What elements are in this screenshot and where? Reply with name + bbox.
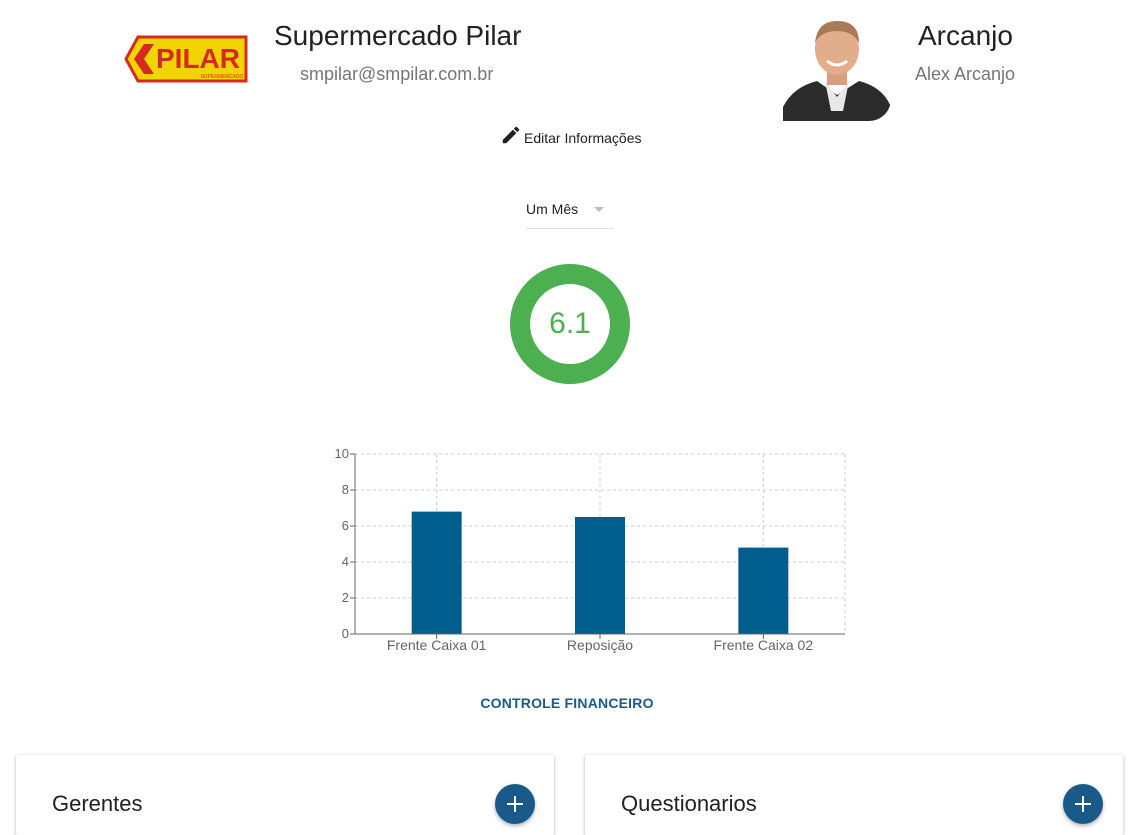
- y-tick-label: 2: [342, 590, 349, 605]
- pencil-icon: [502, 126, 520, 144]
- bar-chart: 0 2 4 6 8 10 Frente Caixa 01 Reposição Frente Ca…: [320, 440, 860, 662]
- logo-subtext: SUPERMERCADO: [201, 74, 244, 80]
- user-avatar: [783, 15, 891, 121]
- period-select[interactable]: Um Mês: [526, 196, 614, 229]
- managers-card-title: Gerentes: [52, 791, 143, 816]
- y-tick-label: 10: [335, 446, 349, 461]
- company-email: smpilar@smpilar.com.br: [300, 64, 494, 84]
- add-manager-button[interactable]: [495, 784, 535, 824]
- score-value: 6.1: [549, 307, 591, 340]
- period-select-value: Um Mês: [526, 201, 579, 217]
- user-full-name: Alex Arcanjo: [915, 64, 1016, 84]
- financial-control-button[interactable]: CONTROLE FINANCEIRO: [0, 695, 1134, 711]
- chart-bar: [738, 547, 789, 634]
- managers-card: Gerentes: [16, 755, 554, 835]
- company-name: Supermercado Pilar: [274, 20, 522, 51]
- add-questionnaire-button[interactable]: [1063, 784, 1103, 824]
- x-tick-label: Frente Caixa 01: [387, 637, 487, 653]
- chevron-down-icon: [594, 207, 604, 212]
- edit-info-button[interactable]: Editar Informações: [500, 124, 642, 146]
- y-tick-label: 6: [342, 518, 349, 533]
- y-tick-label: 0: [342, 626, 349, 641]
- y-tick-label: 4: [342, 554, 349, 569]
- x-tick-label: Frente Caixa 02: [714, 637, 814, 653]
- chart-bar: [411, 511, 462, 634]
- user-nickname: Arcanjo: [918, 20, 1013, 51]
- questionnaires-card-title: Questionarios: [621, 791, 757, 816]
- x-tick-label: Reposição: [567, 637, 633, 653]
- company-logo: PILAR SUPERMERCADO: [124, 34, 248, 84]
- questionnaires-card: Questionarios: [585, 755, 1123, 835]
- logo-text: PILAR: [156, 43, 240, 74]
- edit-info-label: Editar Informações: [524, 130, 642, 146]
- score-gauge: 6.1: [510, 264, 630, 384]
- y-tick-label: 8: [342, 482, 349, 497]
- chart-bar: [575, 517, 625, 634]
